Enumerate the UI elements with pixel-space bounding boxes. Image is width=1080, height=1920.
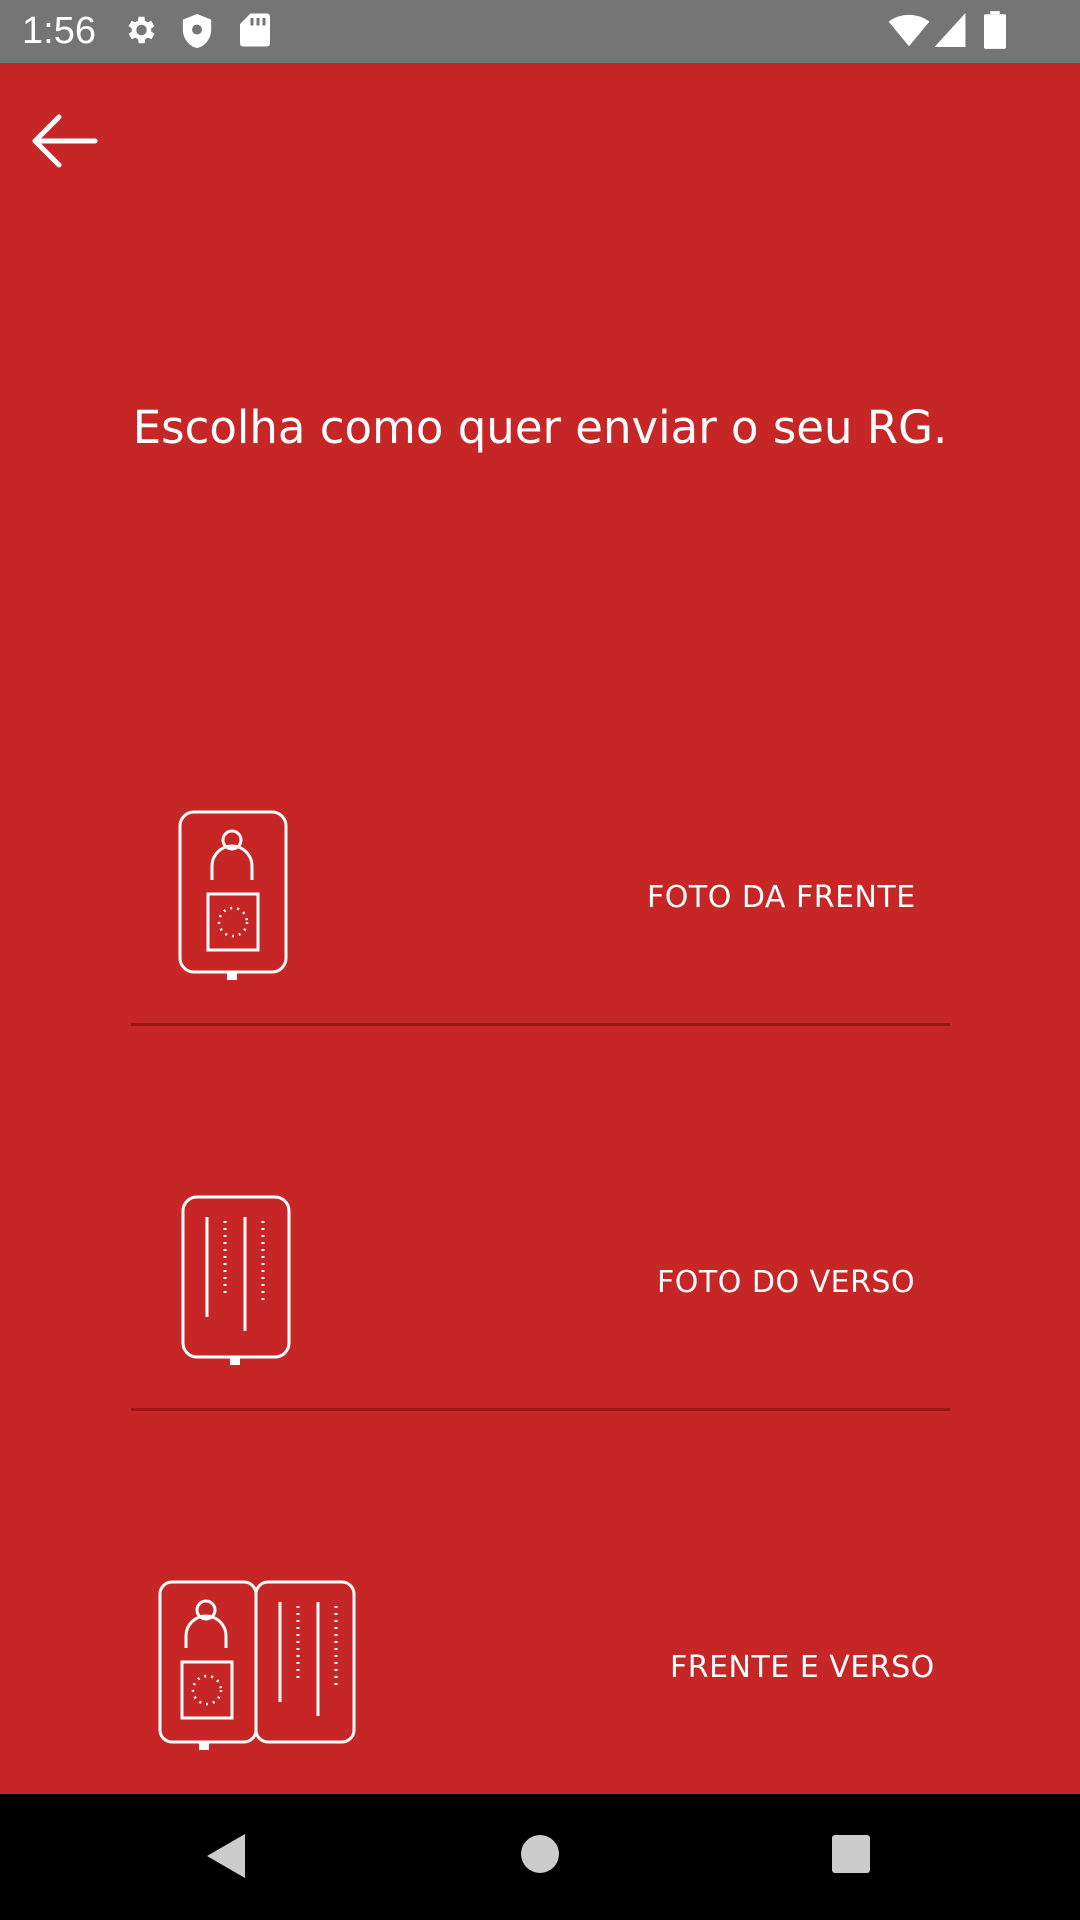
app-screen: Escolha como quer enviar o seu RG. FOTO … [0,63,1080,1794]
nav-back-icon[interactable] [205,1832,247,1884]
page-title: Escolha como quer enviar o seu RG. [132,401,948,454]
id-back-icon [181,1195,291,1369]
id-front-icon [178,810,288,984]
option-label: FRENTE E VERSO [670,1650,935,1685]
sd-card-icon [240,12,270,52]
gear-icon [122,12,158,52]
nav-home-icon[interactable] [520,1834,560,1878]
id-front-back-icon [158,1580,358,1754]
option-front-and-back[interactable]: FRENTE E VERSO [131,1383,950,1767]
option-label: FOTO DA FRENTE [647,880,916,915]
option-front-photo[interactable]: FOTO DA FRENTE [131,613,950,997]
cell-signal-icon [934,13,966,51]
back-button[interactable] [26,103,102,179]
status-time: 1:56 [22,10,96,52]
nav-recents-icon[interactable] [831,1834,871,1878]
option-label: FOTO DO VERSO [657,1265,916,1300]
navigation-bar [0,1794,1080,1920]
status-bar: 1:56 [0,0,1080,63]
wifi-icon [888,14,930,52]
arrow-left-icon [32,114,98,168]
option-back-photo[interactable]: FOTO DO VERSO [131,998,950,1382]
shield-icon [180,12,214,54]
battery-icon [984,11,1006,53]
